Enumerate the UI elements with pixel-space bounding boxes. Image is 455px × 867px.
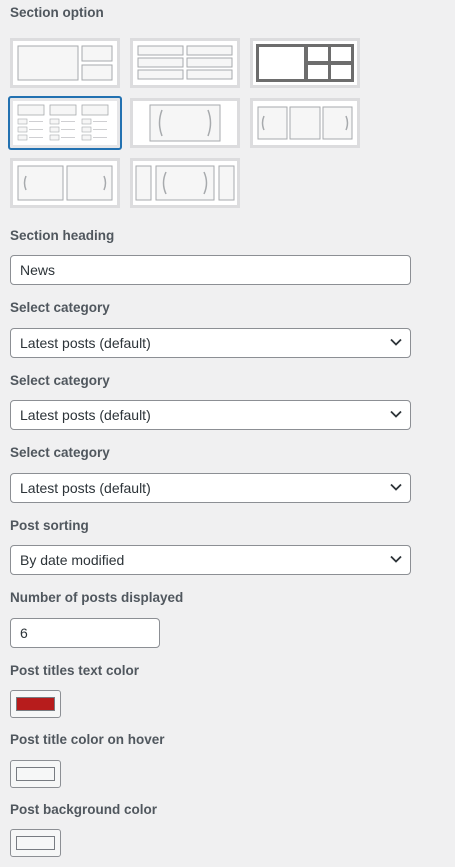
- layout-option-big-left-two-right[interactable]: [10, 38, 120, 88]
- section-option-label: Section option: [10, 5, 104, 20]
- chevron-down-icon: [390, 338, 402, 346]
- layout-option-slider-three[interactable]: [250, 98, 360, 148]
- layout-option-big-left-grid-right[interactable]: [250, 38, 360, 88]
- category-select-2-value: Latest posts (default): [20, 407, 151, 423]
- section-heading-label: Section heading: [10, 228, 115, 243]
- category-select-1[interactable]: Latest posts (default): [10, 328, 411, 358]
- post-sorting-value: By date modified: [20, 552, 125, 568]
- posts-displayed-label: Number of posts displayed: [10, 590, 184, 605]
- category-select-3[interactable]: Latest posts (default): [10, 473, 411, 503]
- chevron-down-icon: [390, 555, 402, 563]
- select-category-label-2: Select category: [10, 373, 110, 388]
- layout-big-left-two-right-icon: [13, 41, 117, 85]
- background-color-label: Post background color: [10, 802, 158, 817]
- background-color-picker-button[interactable]: [10, 829, 61, 857]
- layout-option-two-columns-list[interactable]: [130, 38, 240, 88]
- layout-slider-one-icon: [133, 101, 237, 145]
- section-heading-input[interactable]: News: [10, 255, 411, 285]
- layout-option-slider-two[interactable]: [10, 158, 120, 208]
- layout-three-columns-lists-icon: [13, 101, 117, 145]
- layout-option-slider-centered[interactable]: [130, 158, 240, 208]
- category-select-1-value: Latest posts (default): [20, 335, 151, 351]
- layout-two-columns-list-icon: [133, 41, 237, 85]
- layout-option-three-columns-lists[interactable]: [8, 96, 122, 150]
- title-color-swatch: [16, 697, 55, 711]
- chevron-down-icon: [390, 483, 402, 491]
- layout-option-slider-one[interactable]: [130, 98, 240, 148]
- posts-displayed-input[interactable]: 6: [10, 618, 160, 648]
- layout-slider-centered-icon: [133, 161, 237, 205]
- select-category-label-3: Select category: [10, 445, 110, 460]
- category-select-2[interactable]: Latest posts (default): [10, 400, 411, 430]
- category-select-3-value: Latest posts (default): [20, 480, 151, 496]
- title-color-picker-button[interactable]: [10, 690, 61, 718]
- select-category-label-1: Select category: [10, 300, 110, 315]
- layout-slider-three-icon: [253, 101, 357, 145]
- title-hover-color-swatch: [16, 767, 55, 781]
- post-sorting-select[interactable]: By date modified: [10, 545, 411, 575]
- chevron-down-icon: [390, 410, 402, 418]
- layout-big-left-grid-right-icon: [253, 41, 357, 85]
- layout-slider-two-icon: [13, 161, 117, 205]
- title-hover-color-label: Post title color on hover: [10, 732, 165, 747]
- title-color-label: Post titles text color: [10, 663, 140, 678]
- title-hover-color-picker-button[interactable]: [10, 760, 61, 788]
- post-sorting-label: Post sorting: [10, 518, 89, 533]
- background-color-swatch: [16, 836, 55, 850]
